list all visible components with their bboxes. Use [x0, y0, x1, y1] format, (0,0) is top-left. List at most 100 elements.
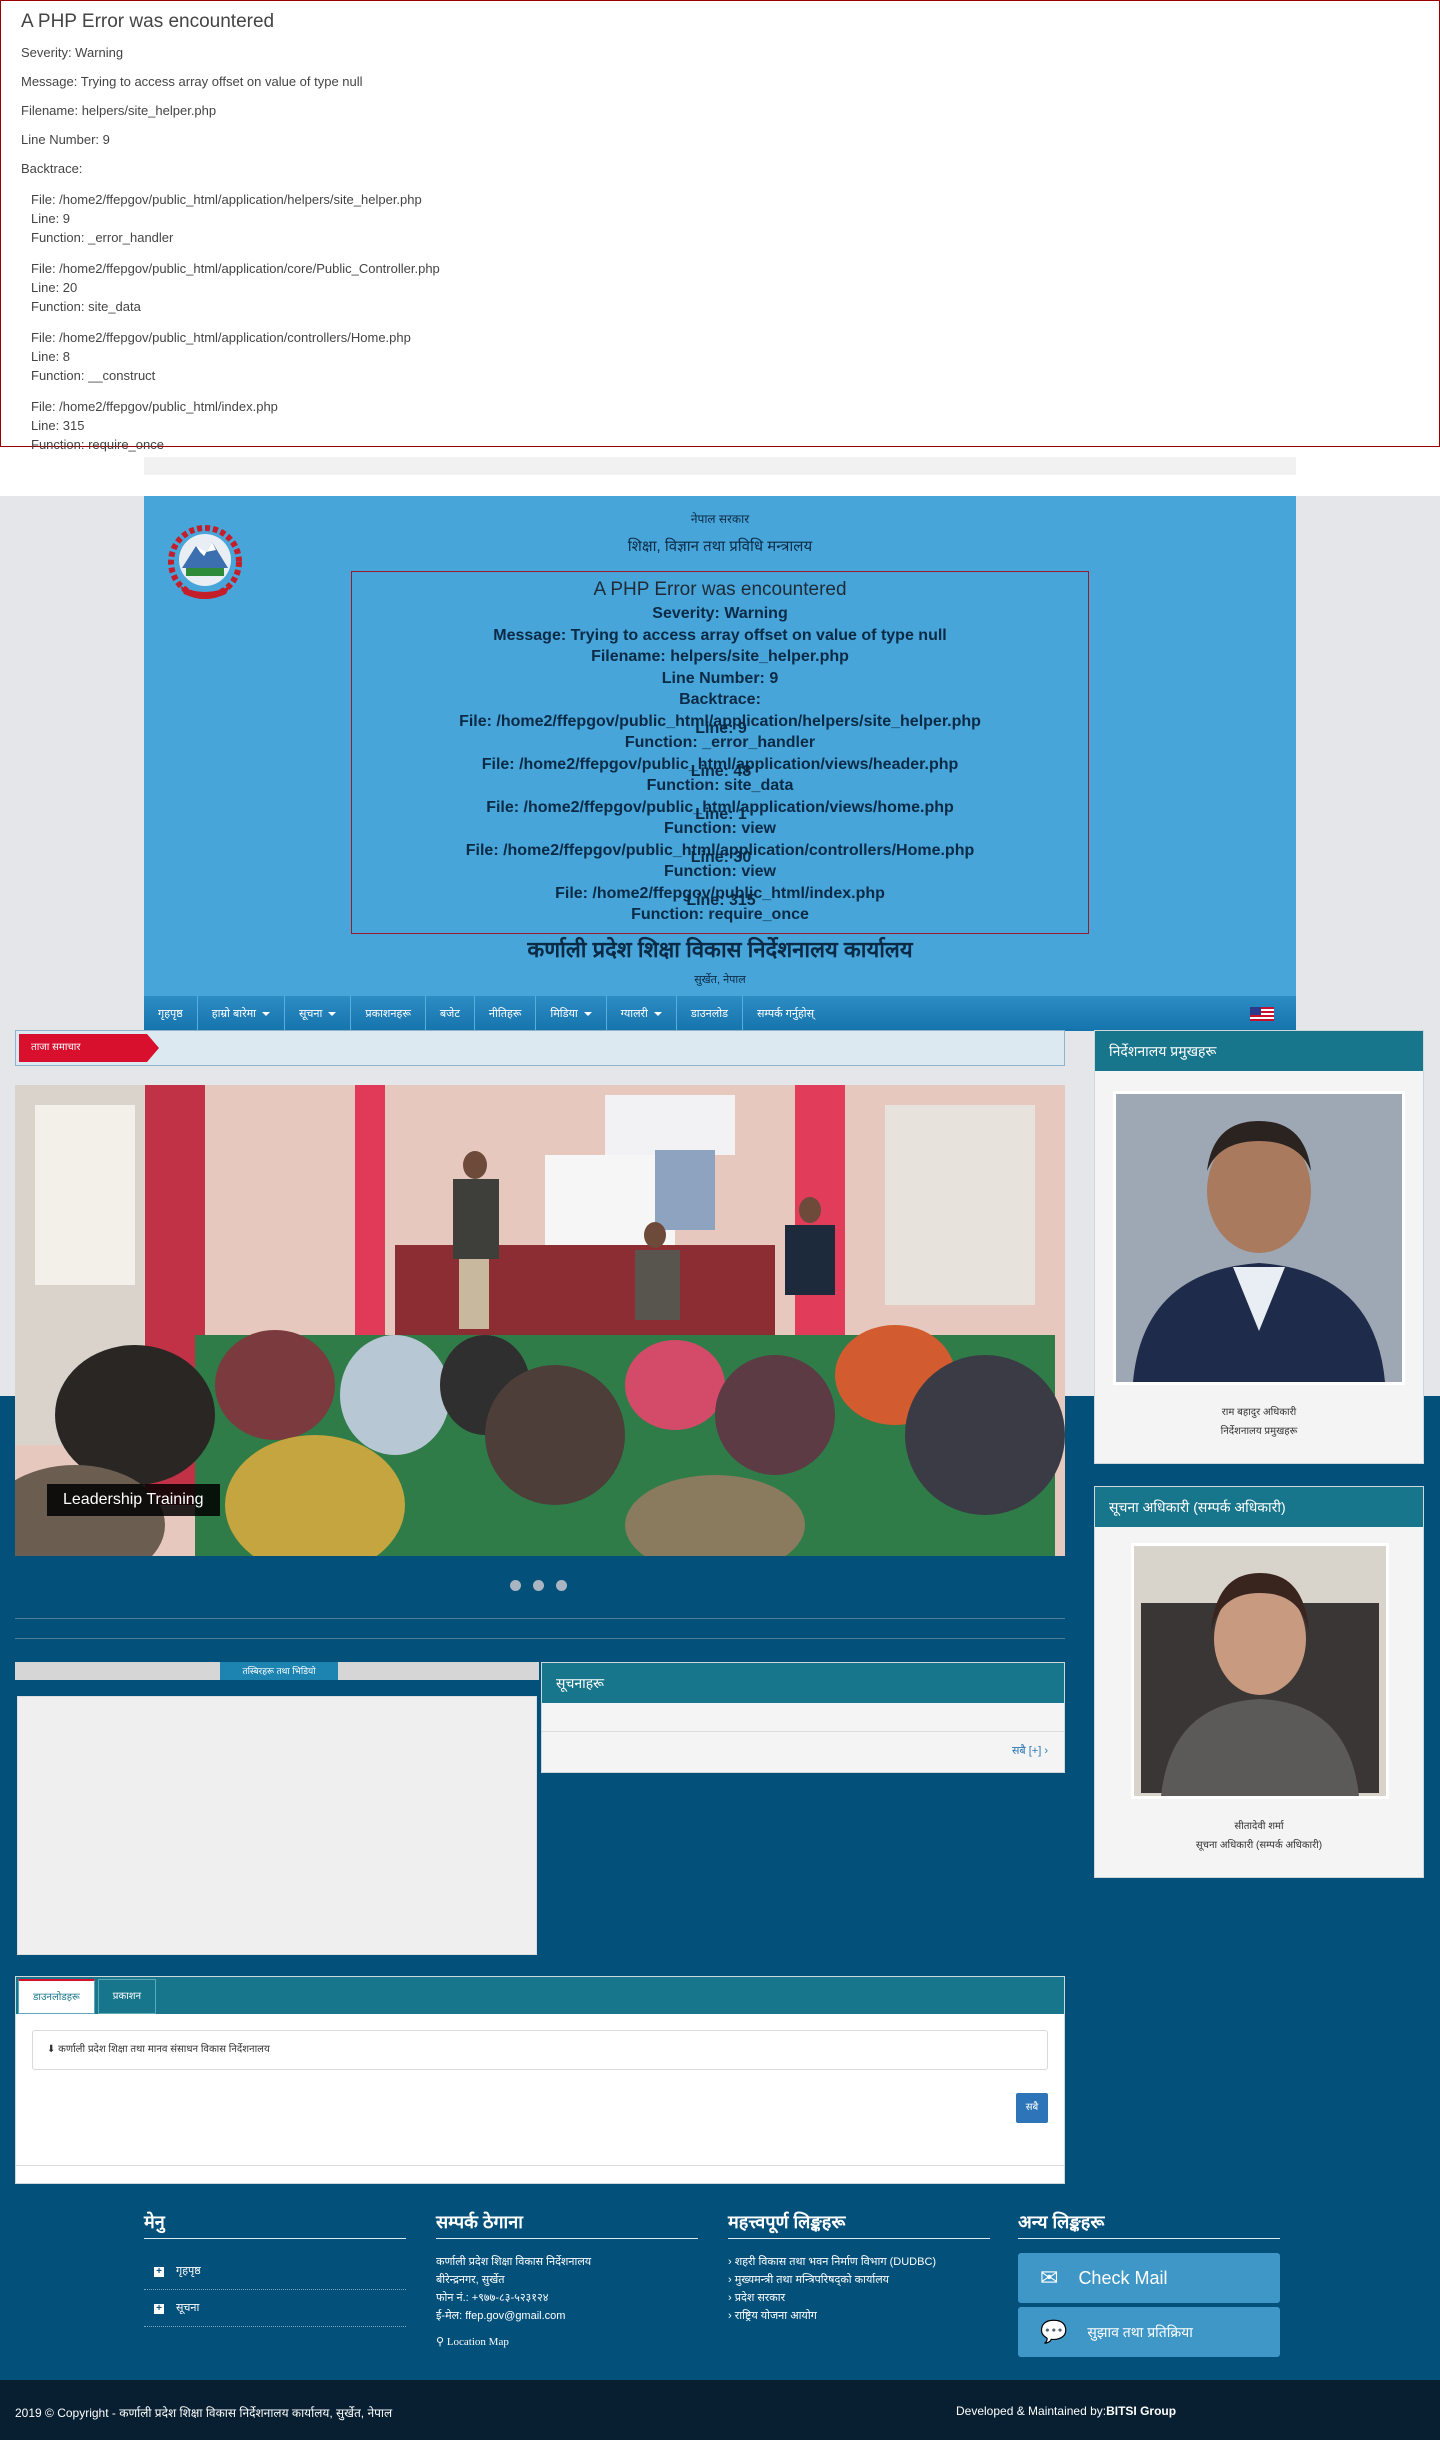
- caret-down-icon: [653, 1011, 662, 1016]
- divider: [16, 2165, 1064, 2166]
- nav-item-media[interactable]: मिडिया: [536, 996, 607, 1031]
- slider-dot[interactable]: [533, 1580, 544, 1591]
- gallery-label[interactable]: तस्बिरहरू तथा भिडियो: [220, 1662, 338, 1680]
- main-nav: गृहपृष्ठ हाम्रो बारेमा सूचना प्रकाशनहरू …: [144, 996, 1296, 1031]
- error-line: Filename: helpers/site_helper.php: [591, 648, 849, 665]
- footer-menu-label: सूचना: [176, 2302, 200, 2314]
- overlap-line: Line: 1: [695, 806, 747, 823]
- copyright: 2019 © Copyright - कर्णाली प्रदेश शिक्षा…: [15, 2406, 393, 2420]
- info-officer-title: सूचना अधिकारी (सम्पर्क अधिकारी): [1095, 1487, 1423, 1527]
- php-error-filename: Filename: helpers/site_helper.php: [21, 103, 217, 118]
- footer-link[interactable]: › प्रदेश सरकार: [728, 2289, 990, 2307]
- nav-item-policies[interactable]: नीतिहरू: [475, 996, 537, 1031]
- chevron-right-icon: ›: [728, 2292, 732, 2304]
- nav-item-about[interactable]: हाम्रो बारेमा: [198, 996, 285, 1031]
- backtrace-file: File: /home2/ffepgov/public_html/applica…: [31, 261, 440, 276]
- overlap-line: Line: 48: [690, 763, 752, 780]
- backtrace-file: File: /home2/ffepgov/public_html/applica…: [31, 330, 411, 345]
- footer-link[interactable]: › राष्ट्रिय योजना आयोग: [728, 2307, 990, 2325]
- backtrace-entry: File: /home2/ffepgov/public_html/applica…: [31, 259, 1419, 316]
- chief-role: निर्देशनालय प्रमुखहरू: [1220, 1426, 1298, 1437]
- nav-label: बजेट: [439, 1008, 460, 1020]
- tab-downloads[interactable]: डाउनलोडहरू: [18, 1979, 95, 2014]
- nav-item-budget[interactable]: बजेट: [426, 996, 475, 1031]
- backtrace-line: Line: 9: [31, 211, 71, 226]
- divider: [15, 1618, 1065, 1619]
- footer-menu-item[interactable]: + सूचना: [144, 2290, 406, 2327]
- downloads-panel: डाउनलोडहरू प्रकाशन ⬇ कर्णाली प्रदेश शिक्…: [15, 1976, 1065, 2184]
- gallery-panel: तस्बिरहरू तथा भिडियो: [15, 1662, 539, 1955]
- nav-item-home[interactable]: गृहपृष्ठ: [144, 996, 198, 1031]
- error-line: Severity: Warning: [652, 605, 788, 622]
- footer-other-title: अन्य लिङ्कहरू: [1018, 2210, 1280, 2239]
- nav-item-download[interactable]: डाउनलोड: [677, 996, 743, 1031]
- footer-links: महत्त्वपूर्ण लिङ्कहरू › शहरी विकास तथा भ…: [728, 2210, 990, 2325]
- more-label: सबै [+]: [1011, 1745, 1042, 1757]
- us-flag-icon[interactable]: [1250, 1007, 1274, 1021]
- php-error-header: A PHP Error was encountered Severity: Wa…: [351, 571, 1089, 934]
- download-icon: ⬇: [47, 2044, 56, 2055]
- check-mail-button[interactable]: ✉ Check Mail: [1018, 2253, 1280, 2303]
- nav-label: सूचना: [299, 1008, 323, 1020]
- feedback-button[interactable]: 💬 सुझाव तथा प्रतिक्रिया: [1018, 2307, 1280, 2357]
- nav-label: सम्पर्क गर्नुहोस्: [756, 1008, 815, 1020]
- nav-label: गृहपृष्ठ: [158, 1008, 183, 1020]
- backtrace-function: Function: require_once: [31, 437, 164, 452]
- developer-credit: Developed & Maintained by:BITSI Group: [956, 2404, 1176, 2418]
- footer: मेनु + गृहपृष्ठ + सूचना सम्पर्क ठेगाना कर्…: [144, 2210, 1296, 2370]
- footer-menu-title: मेनु: [144, 2210, 406, 2239]
- footer-contact-title: सम्पर्क ठेगाना: [436, 2210, 698, 2239]
- ticker-label: ताजा समाचार: [19, 1034, 159, 1062]
- backtrace-entry: File: /home2/ffepgov/public_html/applica…: [31, 190, 1419, 247]
- footer-link[interactable]: › मुख्यमन्त्री तथा मन्त्रिपरिषद्को कार्य…: [728, 2271, 990, 2289]
- footer-link-label: प्रदेश सरकार: [734, 2292, 786, 2304]
- nav-item-notice[interactable]: सूचना: [285, 996, 352, 1031]
- php-error-backtrace-label: Backtrace:: [21, 161, 83, 176]
- developer-label: Developed & Maintained by:: [956, 2404, 1107, 2418]
- view-all-button[interactable]: सबै: [1016, 2093, 1048, 2123]
- error-line: Backtrace:: [679, 691, 761, 708]
- nav-label: डाउनलोड: [690, 1008, 728, 1020]
- office-location: सुर्खेत, नेपाल: [694, 974, 746, 986]
- footer-contact: सम्पर्क ठेगाना कर्णाली प्रदेश शिक्षा विक…: [436, 2210, 698, 2351]
- tab-publications[interactable]: प्रकाशन: [97, 1979, 157, 2014]
- backtrace-entry: File: /home2/ffepgov/public_html/index.p…: [31, 397, 1419, 454]
- slider-dot[interactable]: [556, 1580, 567, 1591]
- footer-menu-item[interactable]: + गृहपृष्ठ: [144, 2253, 406, 2290]
- caret-down-icon: [262, 1011, 270, 1016]
- backtrace-function: Function: site_data: [31, 299, 141, 314]
- map-marker-icon: ⚲: [436, 2336, 445, 2348]
- developer-link[interactable]: BITSI Group: [1106, 2404, 1176, 2418]
- speech-bubble-icon: 💬: [1040, 2319, 1068, 2344]
- contact-line: कर्णाली प्रदेश शिक्षा विकास निर्देशनालय: [436, 2256, 592, 2268]
- footer-link-label: राष्ट्रिय योजना आयोग: [734, 2310, 817, 2322]
- nav-item-contact[interactable]: सम्पर्क गर्नुहोस्: [743, 996, 828, 1031]
- chevron-right-icon: ›: [1044, 1745, 1048, 1757]
- contact-email[interactable]: ई-मेल: ffep.gov@gmail.com: [436, 2307, 698, 2325]
- chief-name: राम बहादुर अधिकारी: [1221, 1407, 1297, 1418]
- overlap-line: Line: 9: [695, 720, 747, 737]
- backtrace-entry: File: /home2/ffepgov/public_html/applica…: [31, 328, 1419, 385]
- nav-item-publications[interactable]: प्रकाशनहरू: [351, 996, 426, 1031]
- nav-item-gallery[interactable]: ग्यालरी: [607, 996, 677, 1031]
- location-map-link[interactable]: ⚲ Location Map: [436, 2333, 698, 2351]
- php-error-top: A PHP Error was encountered Severity: Wa…: [0, 0, 1440, 452]
- slider-dot[interactable]: [510, 1580, 521, 1591]
- footer-link-label: मुख्यमन्त्री तथा मन्त्रिपरिषद्को कार्याल…: [734, 2274, 890, 2286]
- error-line: Line Number: 9: [661, 669, 779, 687]
- ministry-label: शिक्षा, विज्ञान तथा प्रविधि मन्त्रालय: [627, 538, 813, 555]
- footer-link[interactable]: › शहरी विकास तथा भवन निर्माण विभाग (DUDB…: [728, 2253, 990, 2271]
- download-item[interactable]: ⬇ कर्णाली प्रदेश शिक्षा तथा मानव संसाधन …: [32, 2030, 1048, 2070]
- divider: [15, 1638, 1065, 1639]
- php-error-severity: Severity: Warning: [21, 45, 124, 60]
- news-ticker: ताजा समाचार: [15, 1030, 1065, 1066]
- notice-more-link[interactable]: सबै [+] ›: [1012, 1743, 1048, 1758]
- notice-panel: सूचनाहरू सबै [+] ›: [541, 1662, 1065, 1773]
- backtrace-line: Line: 20: [31, 280, 78, 295]
- footer-link-label: शहरी विकास तथा भवन निर्माण विभाग (DUDBC): [734, 2256, 937, 2268]
- backtrace-line: Line: 8: [31, 349, 71, 364]
- image-slider[interactable]: Leadership Training: [15, 1085, 1065, 1556]
- slide-caption: Leadership Training: [47, 1484, 220, 1516]
- bottom-bar: 2019 © Copyright - कर्णाली प्रदेश शिक्षा…: [0, 2380, 1440, 2440]
- contact-line: बीरेन्द्रनगर, सुर्खेत: [436, 2274, 505, 2286]
